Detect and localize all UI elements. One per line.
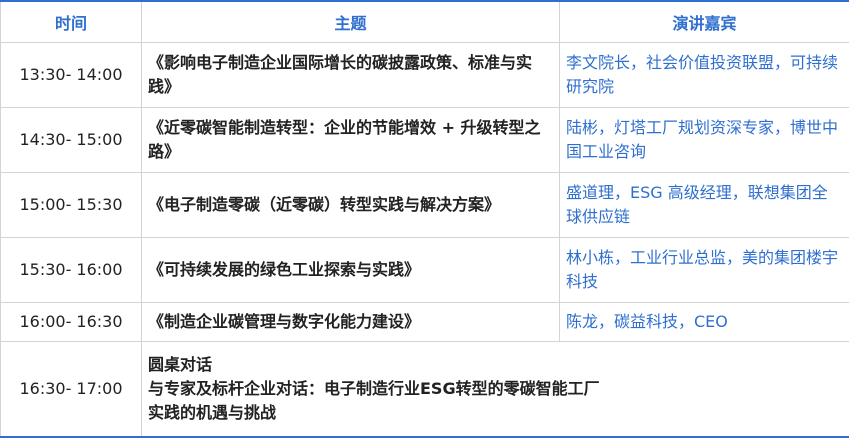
roundtable-row: 16:30- 17:00 圆桌对话 与专家及标杆企业对话：电子制造行业ESG转型… — [0, 341, 849, 438]
table-row: 16:00- 16:30 《制造企业碳管理与数字化能力建设》 陈龙，碳益科技，C… — [0, 302, 849, 342]
roundtable-subtitle: 与专家及标杆企业对话：电子制造行业ESG转型的零碳智能工厂 — [148, 379, 600, 398]
roundtable-topic: 圆桌对话 与专家及标杆企业对话：电子制造行业ESG转型的零碳智能工厂 实践的机遇… — [141, 341, 849, 438]
session-topic: 《近零碳智能制造转型：企业的节能增效 + 升级转型之路》 — [141, 107, 560, 173]
header-row: 时间 主题 演讲嘉宾 — [0, 0, 849, 43]
session-speaker: 陆彬，灯塔工厂规划资深专家，博世中国工业咨询 — [559, 107, 849, 173]
agenda-table: 时间 主题 演讲嘉宾 13:30- 14:00 《影响电子制造企业国际增长的碳披… — [0, 0, 849, 438]
table-row: 15:00- 15:30 《电子制造零碳（近零碳）转型实践与解决方案》 盛道理，… — [0, 172, 849, 238]
session-time: 16:00- 16:30 — [0, 302, 142, 342]
session-time: 13:30- 14:00 — [0, 42, 142, 108]
session-speaker: 李文院长，社会价值投资联盟，可持续研究院 — [559, 42, 849, 108]
agenda-header: 时间 主题 演讲嘉宾 — [0, 0, 849, 43]
session-speaker: 林小栋，工业行业总监，美的集团楼宇科技 — [559, 237, 849, 303]
session-topic: 《制造企业碳管理与数字化能力建设》 — [141, 302, 560, 342]
header-topic: 主题 — [141, 0, 560, 43]
roundtable-subtitle-cont: 实践的机遇与挑战 — [148, 403, 277, 422]
roundtable-time: 16:30- 17:00 — [0, 341, 142, 438]
agenda-body: 13:30- 14:00 《影响电子制造企业国际增长的碳披露政策、标准与实践》 … — [0, 42, 849, 438]
session-speaker: 盛道理，ESG 高级经理，联想集团全球供应链 — [559, 172, 849, 238]
session-time: 15:30- 16:00 — [0, 237, 142, 303]
header-speaker: 演讲嘉宾 — [559, 0, 849, 43]
header-time: 时间 — [0, 0, 142, 43]
table-row: 14:30- 15:00 《近零碳智能制造转型：企业的节能增效 + 升级转型之路… — [0, 107, 849, 173]
session-time: 15:00- 15:30 — [0, 172, 142, 238]
session-topic: 《影响电子制造企业国际增长的碳披露政策、标准与实践》 — [141, 42, 560, 108]
table-row: 15:30- 16:00 《可持续发展的绿色工业探索与实践》 林小栋，工业行业总… — [0, 237, 849, 303]
agenda-table-container: 时间 主题 演讲嘉宾 13:30- 14:00 《影响电子制造企业国际增长的碳披… — [0, 0, 849, 444]
session-time: 14:30- 15:00 — [0, 107, 142, 173]
table-row: 13:30- 14:00 《影响电子制造企业国际增长的碳披露政策、标准与实践》 … — [0, 42, 849, 108]
session-topic: 《可持续发展的绿色工业探索与实践》 — [141, 237, 560, 303]
roundtable-title: 圆桌对话 — [148, 355, 213, 374]
session-topic: 《电子制造零碳（近零碳）转型实践与解决方案》 — [141, 172, 560, 238]
session-speaker: 陈龙，碳益科技，CEO — [559, 302, 849, 342]
